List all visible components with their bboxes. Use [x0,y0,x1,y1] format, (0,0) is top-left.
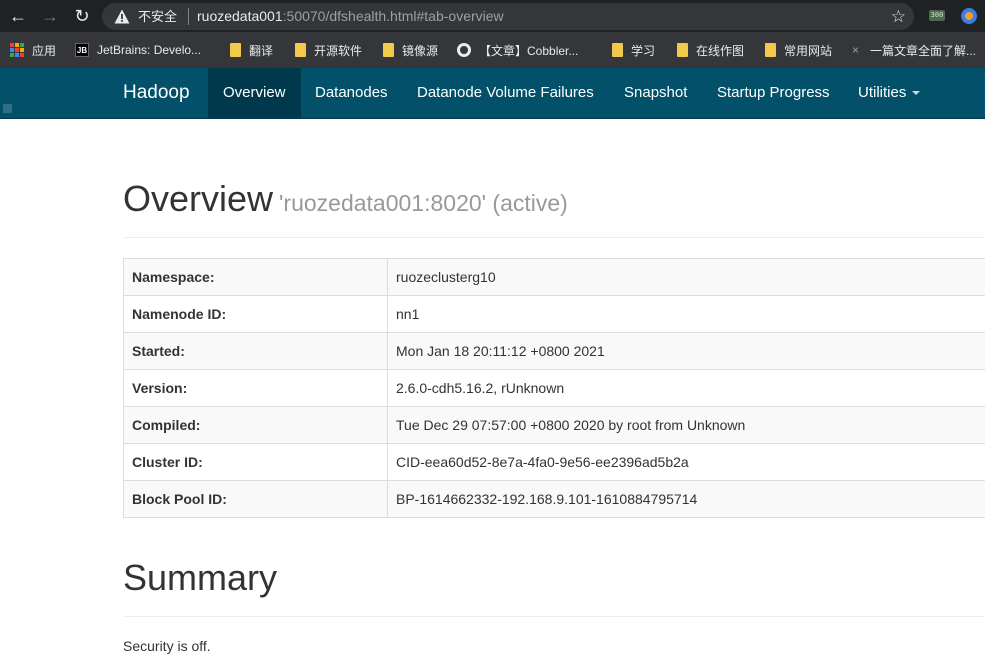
back-icon[interactable]: ← [5,4,31,28]
x-icon: × [852,43,862,57]
nav-startup-progress[interactable]: Startup Progress [702,68,845,118]
row-key: Block Pool ID: [124,481,388,518]
overview-table: Namespace:ruozeclusterg10 Namenode ID:nn… [123,258,985,518]
bookmark-apps[interactable]: 应用 [10,40,56,60]
summary-heading: Summary [123,557,277,599]
table-row: Block Pool ID:BP-1614662332-192.168.9.10… [124,481,985,518]
bookmark-star-icon[interactable]: ☆ [891,7,906,26]
row-key: Namespace: [124,259,388,296]
folder-icon [295,43,306,57]
reload-icon[interactable]: ↻ [69,4,95,28]
table-row: Version:2.6.0-cdh5.16.2, rUnknown [124,370,985,407]
url-text[interactable]: ruozedata001:50070/dfshealth.html#tab-ov… [197,8,504,25]
overview-heading: Overview'ruozedata001:8020' (active) [123,179,568,223]
folder-icon [383,43,394,57]
nav-snapshot[interactable]: Snapshot [609,68,702,118]
security-label[interactable]: 不安全 [138,9,177,24]
bookmark-label: 开源软件 [314,42,362,59]
jetbrains-icon: JB [75,43,89,57]
nav-datanodes[interactable]: Datanodes [300,68,403,118]
url-path: :50070/dfshealth.html#tab-overview [283,8,504,24]
globe-icon [457,43,471,57]
row-key: Compiled: [124,407,388,444]
bookmark-folder-fanyi[interactable]: 翻译 [230,40,273,60]
omnibox-divider [188,8,189,25]
caret-down-icon [912,91,920,95]
profile-avatar[interactable] [961,8,977,24]
bookmark-folder-opensource[interactable]: 开源软件 [295,40,362,60]
bookmark-folder-mirrors[interactable]: 镜像源 [383,40,438,60]
row-value: 2.6.0-cdh5.16.2, rUnknown [388,370,985,407]
table-row: Started:Mon Jan 18 20:11:12 +0800 2021 [124,333,985,370]
overview-title: Overview [123,178,273,219]
folder-icon [677,43,688,57]
row-key: Cluster ID: [124,444,388,481]
hadoop-navbar: Hadoop Overview Datanodes Datanode Volum… [0,68,985,119]
bookmark-label: 在线作图 [696,42,744,59]
row-value: CID-eea60d52-8e7a-4fa0-9e56-ee2396ad5b2a [388,444,985,481]
table-row: Compiled:Tue Dec 29 07:57:00 +0800 2020 … [124,407,985,444]
forward-icon[interactable]: → [37,4,63,28]
address-bar[interactable]: 不安全 ruozedata001:50070/dfshealth.html#ta… [102,3,914,30]
bookmark-jetbrains[interactable]: JB JetBrains: Develo... [75,40,201,60]
apps-icon [10,43,24,57]
bookmark-label: 翻译 [249,42,273,59]
bookmark-label: 【文章】Cobbler... [479,42,578,59]
row-value: nn1 [388,296,985,333]
extension-icon[interactable]: 300 [929,10,945,21]
row-value: Tue Dec 29 07:57:00 +0800 2020 by root f… [388,407,985,444]
overview-subtitle: 'ruozedata001:8020' (active) [279,190,568,216]
bookmark-label: 镜像源 [402,42,438,59]
table-row: Namespace:ruozeclusterg10 [124,259,985,296]
brand-logo[interactable]: Hadoop [123,82,190,104]
folder-icon [230,43,241,57]
bookmark-cobbler-article[interactable]: 【文章】Cobbler... [457,40,578,60]
bookmark-article[interactable]: × 一篇文章全面了解... [852,40,976,60]
table-row: Namenode ID:nn1 [124,296,985,333]
bookmark-label: 一篇文章全面了解... [870,42,976,59]
bookmark-label: 学习 [631,42,655,59]
bookmark-label: JetBrains: Develo... [97,43,201,57]
navbar-corner-marker [3,104,12,113]
overview-divider [123,237,985,238]
security-status: Security is off. [123,637,211,655]
bookmarks-bar: 应用 JB JetBrains: Develo... 翻译 开源软件 镜像源 【… [0,32,985,68]
url-host: ruozedata001 [197,8,283,24]
nav-utilities-dropdown[interactable]: Utilities [843,68,935,118]
row-value: ruozeclusterg10 [388,259,985,296]
warning-icon[interactable] [114,9,130,24]
row-key: Started: [124,333,388,370]
nav-utilities-label: Utilities [858,84,906,101]
table-row: Cluster ID:CID-eea60d52-8e7a-4fa0-9e56-e… [124,444,985,481]
bookmark-label: 常用网站 [784,42,832,59]
bookmark-folder-study[interactable]: 学习 [612,40,655,60]
nav-overview[interactable]: Overview [208,68,301,118]
row-key: Version: [124,370,388,407]
browser-toolbar: ← → ↻ 不安全 ruozedata001:50070/dfshealth.h… [0,0,985,32]
folder-icon [612,43,623,57]
bookmark-folder-websites[interactable]: 常用网站 [765,40,832,60]
bookmark-folder-drawing[interactable]: 在线作图 [677,40,744,60]
bookmark-label: 应用 [32,42,56,59]
summary-divider [123,616,985,617]
nav-datanode-volume-failures[interactable]: Datanode Volume Failures [402,68,609,118]
folder-icon [765,43,776,57]
row-key: Namenode ID: [124,296,388,333]
row-value: BP-1614662332-192.168.9.101-161088479571… [388,481,985,518]
row-value: Mon Jan 18 20:11:12 +0800 2021 [388,333,985,370]
